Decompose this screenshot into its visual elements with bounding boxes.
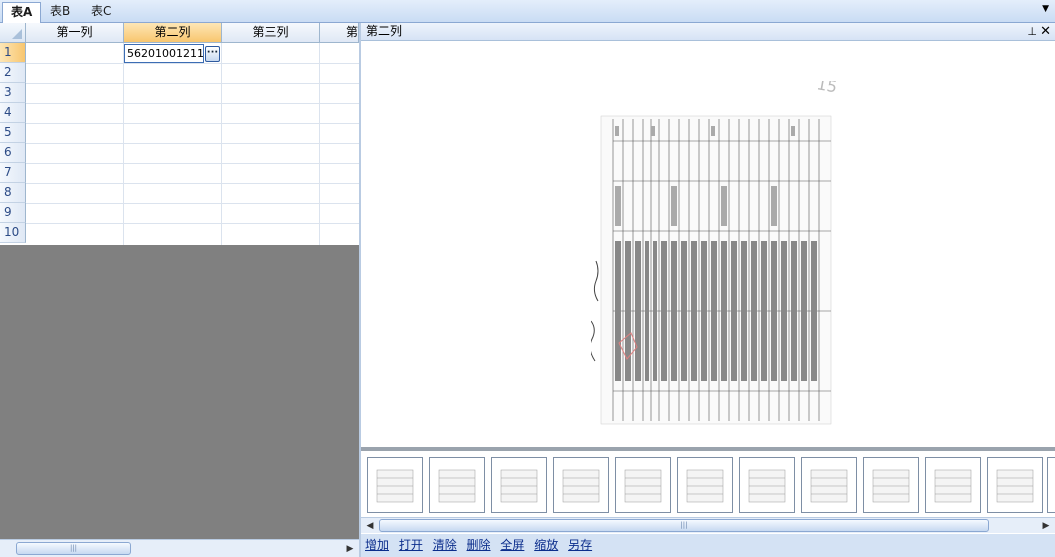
save-as-link[interactable]: 另存 xyxy=(568,534,592,557)
grid-line xyxy=(319,43,320,245)
tab-dropdown-icon[interactable]: ▼ xyxy=(1042,4,1049,14)
tab-sheet-b[interactable]: 表B xyxy=(42,2,78,23)
thumbnail[interactable] xyxy=(1047,457,1055,513)
row-header-4[interactable]: 4 xyxy=(0,103,26,123)
grid-line xyxy=(26,223,359,224)
row-header-7[interactable]: 7 xyxy=(0,163,26,183)
image-action-bar: 增加 打开 清除 删除 全屏 缩放 另存 xyxy=(361,534,1055,557)
grid-line xyxy=(26,63,359,64)
thumbnail[interactable] xyxy=(801,457,857,513)
row-header-6[interactable]: 6 xyxy=(0,143,26,163)
row-header-10[interactable]: 10 xyxy=(0,223,26,243)
delete-link[interactable]: 删除 xyxy=(467,534,491,557)
scroll-left-arrow-icon[interactable]: ◀ xyxy=(363,519,377,533)
grid-line xyxy=(26,123,359,124)
row-header-3[interactable]: 3 xyxy=(0,83,26,103)
grid-line xyxy=(123,43,124,245)
column-header-3[interactable]: 第三列 xyxy=(222,23,320,43)
grid-line xyxy=(26,103,359,104)
grid-line xyxy=(26,143,359,144)
select-all-corner[interactable] xyxy=(0,23,26,43)
scroll-left-arrow-icon[interactable] xyxy=(1,542,15,556)
thumbnail[interactable] xyxy=(491,457,547,513)
column-header-2[interactable]: 第二列 xyxy=(124,23,222,43)
open-link[interactable]: 打开 xyxy=(399,534,423,557)
thumbnail[interactable] xyxy=(615,457,671,513)
image-viewer[interactable]: 15 xyxy=(361,41,1055,447)
close-icon[interactable]: ✕ xyxy=(1040,23,1051,40)
scrollbar-thumb[interactable]: ||| xyxy=(379,519,989,532)
add-link[interactable]: 增加 xyxy=(365,534,389,557)
thumbnail-scrollbar[interactable]: ◀ ||| ▶ xyxy=(361,517,1055,533)
scanned-document-image: 15 xyxy=(591,81,839,425)
thumbnail[interactable] xyxy=(367,457,423,513)
spreadsheet-grid[interactable]: 第一列 第二列 第三列 第 1 2 3 4 5 6 7 8 9 10 56201… xyxy=(0,23,359,245)
grid-line xyxy=(26,83,359,84)
thumbnail[interactable] xyxy=(925,457,981,513)
scroll-right-arrow-icon[interactable]: ▶ xyxy=(343,542,357,556)
ellipsis-button[interactable]: ··· xyxy=(205,46,220,62)
grid-horizontal-scrollbar[interactable]: ||| ▶ xyxy=(0,539,359,557)
clear-link[interactable]: 清除 xyxy=(433,534,457,557)
tab-sheet-c[interactable]: 表C xyxy=(83,2,119,23)
image-panel: 第二列 ⊥ ✕ 15 ◀ ||| ▶ 增加 打开 清除 删除 全屏 缩放 另存 xyxy=(359,23,1055,557)
row-header-9[interactable]: 9 xyxy=(0,203,26,223)
scroll-right-arrow-icon[interactable]: ▶ xyxy=(1039,519,1053,533)
fullscreen-link[interactable]: 全屏 xyxy=(500,534,524,557)
sheet-tab-bar: 表A 表B 表C ▼ xyxy=(0,0,1055,24)
row-header-2[interactable]: 2 xyxy=(0,63,26,83)
tab-sheet-a[interactable]: 表A xyxy=(2,2,42,24)
thumbnail[interactable] xyxy=(863,457,919,513)
svg-text:15: 15 xyxy=(815,81,838,96)
column-header-4[interactable]: 第 xyxy=(320,23,359,43)
cell-editor-input[interactable]: 56201001211 xyxy=(124,44,204,63)
row-header-5[interactable]: 5 xyxy=(0,123,26,143)
thumbnail[interactable] xyxy=(739,457,795,513)
pin-icon[interactable]: ⊥ xyxy=(1027,23,1037,40)
grid-line xyxy=(26,163,359,164)
scrollbar-thumb[interactable]: ||| xyxy=(16,542,131,555)
image-panel-title: 第二列 xyxy=(366,24,403,38)
thumbnail[interactable] xyxy=(429,457,485,513)
row-header-8[interactable]: 8 xyxy=(0,183,26,203)
grid-line xyxy=(26,203,359,204)
thumbnail[interactable] xyxy=(677,457,733,513)
column-header-1[interactable]: 第一列 xyxy=(26,23,124,43)
grid-pane: 第一列 第二列 第三列 第 1 2 3 4 5 6 7 8 9 10 56201… xyxy=(0,23,359,557)
grid-line xyxy=(26,183,359,184)
thumbnail[interactable] xyxy=(987,457,1043,513)
grid-line xyxy=(221,43,222,245)
zoom-link[interactable]: 缩放 xyxy=(534,534,558,557)
thumbnail-strip[interactable] xyxy=(361,447,1055,517)
thumbnail[interactable] xyxy=(553,457,609,513)
image-panel-titlebar: 第二列 ⊥ ✕ xyxy=(361,23,1055,41)
row-header-1[interactable]: 1 xyxy=(0,43,26,63)
